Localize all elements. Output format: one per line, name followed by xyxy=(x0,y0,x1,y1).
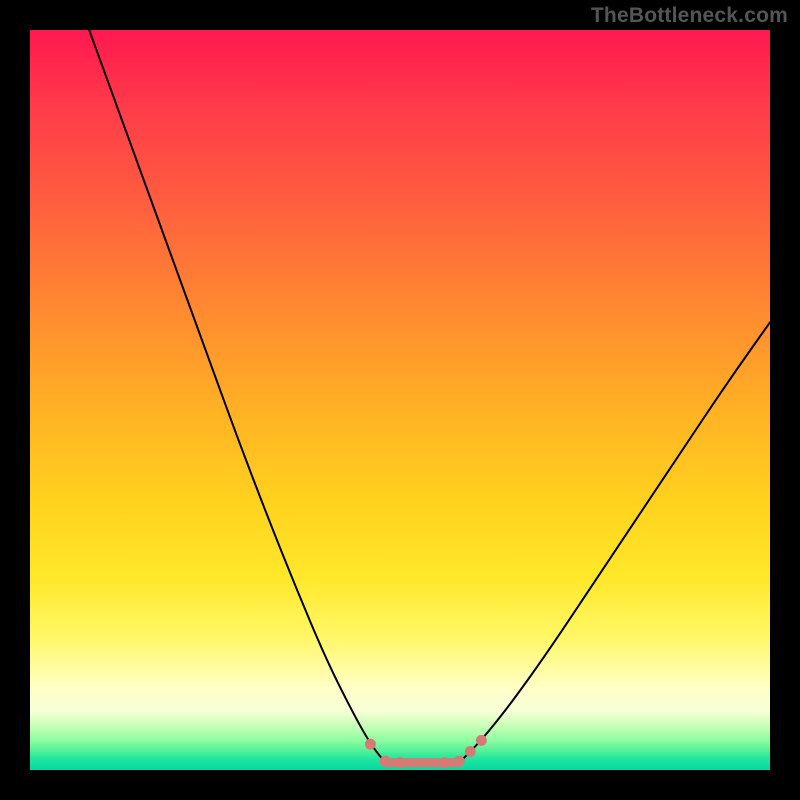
marker-dot xyxy=(454,756,465,767)
plot-area xyxy=(30,30,770,770)
curves-svg xyxy=(30,30,770,770)
marker-dot xyxy=(476,735,487,746)
marker-dot xyxy=(365,739,376,750)
chart-stage: TheBottleneck.com xyxy=(0,0,800,800)
marker-dot xyxy=(439,757,450,768)
marker-dot xyxy=(465,746,476,757)
right-curve xyxy=(459,322,770,762)
marker-dot xyxy=(395,757,406,768)
watermark-text: TheBottleneck.com xyxy=(591,4,788,28)
left-curve xyxy=(89,30,385,763)
marker-dot xyxy=(380,756,391,767)
